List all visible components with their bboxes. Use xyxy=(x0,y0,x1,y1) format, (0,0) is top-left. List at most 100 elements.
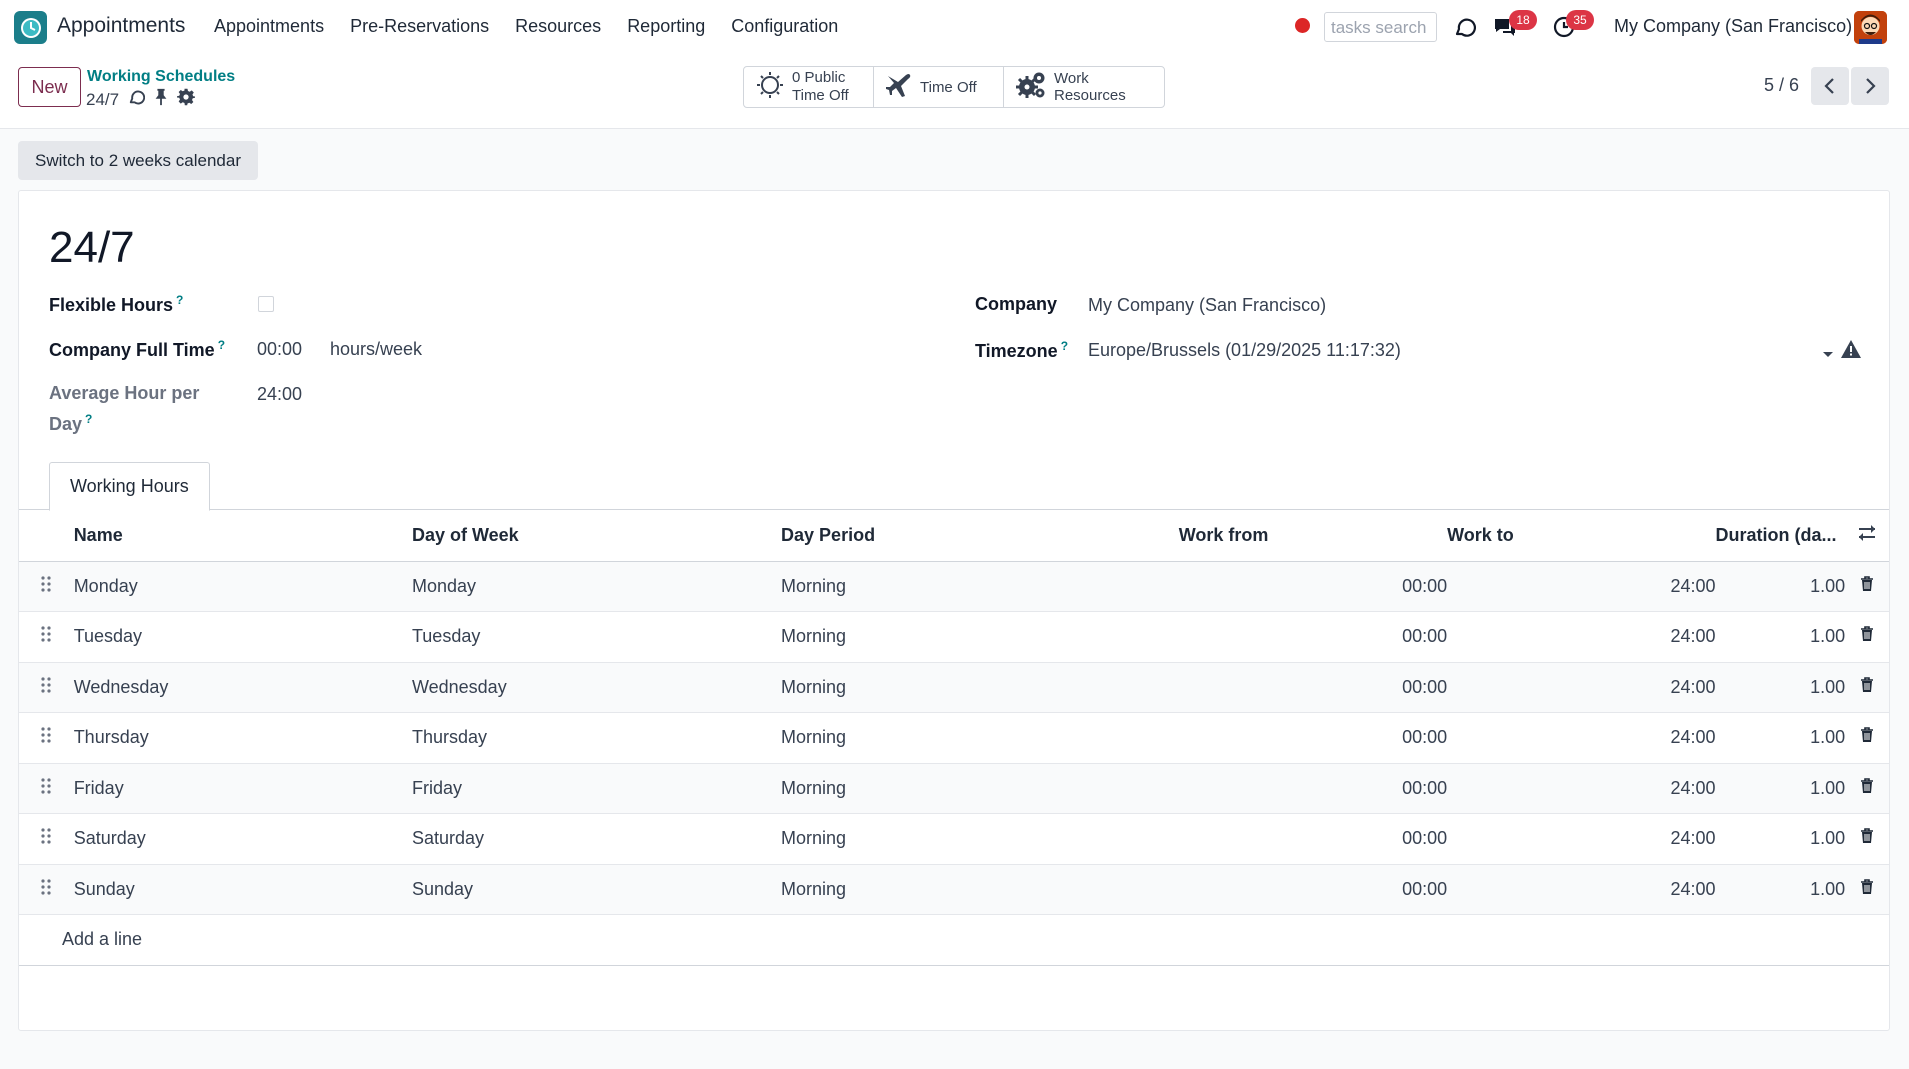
cell-duration[interactable]: 1.00 xyxy=(1715,813,1846,865)
cell-day-period[interactable]: Morning xyxy=(781,813,1179,865)
cell-day-period[interactable]: Morning xyxy=(781,712,1179,764)
flexible-hours-help-icon[interactable]: ? xyxy=(176,293,183,307)
cell-work-from[interactable]: 00:00 xyxy=(1178,662,1448,713)
company-full-time-help-icon[interactable]: ? xyxy=(218,338,225,352)
cell-work-from[interactable]: 00:00 xyxy=(1178,611,1448,663)
column-header-duration[interactable]: Duration (da... xyxy=(1715,511,1846,562)
cell-work-to[interactable]: 24:00 xyxy=(1447,864,1716,915)
cell-name[interactable]: Friday xyxy=(73,763,412,814)
trash-icon[interactable] xyxy=(1845,864,1889,915)
cell-name[interactable]: Saturday xyxy=(73,813,412,865)
cell-work-from[interactable]: 00:00 xyxy=(1178,561,1448,612)
table-row[interactable]: Monday Monday Morning 00:00 24:00 1.00 xyxy=(19,561,1889,612)
cell-duration[interactable]: 1.00 xyxy=(1715,763,1846,814)
cell-work-to[interactable]: 24:00 xyxy=(1447,561,1716,612)
cell-work-from[interactable]: 00:00 xyxy=(1178,763,1448,814)
flexible-hours-checkbox[interactable] xyxy=(258,296,274,312)
tasks-search-input[interactable]: tasks search xyxy=(1324,12,1437,42)
menu-reporting[interactable]: Reporting xyxy=(627,16,705,37)
menu-configuration[interactable]: Configuration xyxy=(731,16,838,37)
cell-work-to[interactable]: 24:00 xyxy=(1447,611,1716,663)
cell-day-of-week[interactable]: Monday xyxy=(411,561,782,612)
table-row[interactable]: Saturday Saturday Morning 00:00 24:00 1.… xyxy=(19,813,1889,865)
cell-work-from[interactable]: 00:00 xyxy=(1178,712,1448,764)
cell-day-of-week[interactable]: Tuesday xyxy=(411,611,782,663)
work-resources-button[interactable]: Work Resources xyxy=(1004,67,1164,107)
cell-duration[interactable]: 1.00 xyxy=(1715,662,1846,713)
drag-handle-icon[interactable] xyxy=(19,712,74,764)
cell-name[interactable]: Tuesday xyxy=(73,611,412,663)
new-button[interactable]: New xyxy=(18,67,81,107)
cell-work-to[interactable]: 24:00 xyxy=(1447,763,1716,814)
company-full-time-field[interactable]: 00:00 xyxy=(257,339,302,360)
pager-previous-button[interactable] xyxy=(1811,67,1849,105)
cell-day-period[interactable]: Morning xyxy=(781,611,1179,663)
cell-day-of-week[interactable]: Saturday xyxy=(411,813,782,865)
cell-day-of-week[interactable]: Sunday xyxy=(411,864,782,915)
column-header-day-period[interactable]: Day Period xyxy=(781,511,1179,562)
cell-name[interactable]: Sunday xyxy=(73,864,412,915)
table-row[interactable]: Friday Friday Morning 00:00 24:00 1.00 xyxy=(19,763,1889,814)
cell-name[interactable]: Monday xyxy=(73,561,412,612)
cell-name[interactable]: Thursday xyxy=(73,712,412,764)
table-row[interactable]: Wednesday Wednesday Morning 00:00 24:00 … xyxy=(19,662,1889,713)
record-title[interactable]: 24/7 xyxy=(49,223,135,273)
table-row[interactable]: Thursday Thursday Morning 00:00 24:00 1.… xyxy=(19,712,1889,764)
cell-day-of-week[interactable]: Wednesday xyxy=(411,662,782,713)
drag-handle-icon[interactable] xyxy=(19,864,74,915)
cell-duration[interactable]: 1.00 xyxy=(1715,712,1846,764)
column-settings-icon[interactable] xyxy=(1845,511,1889,562)
menu-resources[interactable]: Resources xyxy=(515,16,601,37)
cell-duration[interactable]: 1.00 xyxy=(1715,864,1846,915)
column-header-work-to[interactable]: Work to xyxy=(1447,511,1716,562)
company-switcher[interactable]: My Company (San Francisco) xyxy=(1614,16,1852,37)
cell-name[interactable]: Wednesday xyxy=(73,662,412,713)
app-name[interactable]: Appointments xyxy=(57,14,185,38)
column-header-work-from[interactable]: Work from xyxy=(1178,511,1448,562)
drag-handle-icon[interactable] xyxy=(19,662,74,713)
trash-icon[interactable] xyxy=(1845,763,1889,814)
pin-icon[interactable] xyxy=(153,88,169,111)
avatar[interactable] xyxy=(1854,11,1887,44)
cell-work-to[interactable]: 24:00 xyxy=(1447,712,1716,764)
cell-day-period[interactable]: Morning xyxy=(781,662,1179,713)
sync-icon[interactable] xyxy=(127,88,146,111)
cell-day-period[interactable]: Morning xyxy=(781,864,1179,915)
trash-icon[interactable] xyxy=(1845,813,1889,865)
menu-appointments[interactable]: Appointments xyxy=(214,16,324,37)
recording-indicator-icon[interactable] xyxy=(1295,18,1310,33)
cell-day-of-week[interactable]: Friday xyxy=(411,763,782,814)
cell-work-to[interactable]: 24:00 xyxy=(1447,813,1716,865)
cell-work-from[interactable]: 00:00 xyxy=(1178,864,1448,915)
trash-icon[interactable] xyxy=(1845,712,1889,764)
time-off-button[interactable]: Time Off xyxy=(874,67,1004,107)
menu-pre-reservations[interactable]: Pre-Reservations xyxy=(350,16,489,37)
appointments-app-icon[interactable] xyxy=(14,11,47,44)
switch-to-2-weeks-calendar-button[interactable]: Switch to 2 weeks calendar xyxy=(18,141,258,180)
cell-work-from[interactable]: 00:00 xyxy=(1178,813,1448,865)
cell-work-to[interactable]: 24:00 xyxy=(1447,662,1716,713)
pager-value[interactable]: 5 / 6 xyxy=(1764,75,1799,96)
column-header-name[interactable]: Name xyxy=(73,511,412,562)
average-hour-help-icon[interactable]: ? xyxy=(85,412,92,426)
warning-icon[interactable] xyxy=(1841,340,1861,363)
timezone-field[interactable]: Europe/Brussels (01/29/2025 11:17:32) xyxy=(1088,340,1401,361)
refresh-icon[interactable] xyxy=(1450,13,1478,41)
table-row[interactable]: Sunday Sunday Morning 00:00 24:00 1.00 xyxy=(19,864,1889,915)
drag-handle-icon[interactable] xyxy=(19,611,74,663)
cell-duration[interactable]: 1.00 xyxy=(1715,561,1846,612)
add-a-line-link[interactable]: Add a line xyxy=(19,914,1889,966)
pager-next-button[interactable] xyxy=(1851,67,1889,105)
table-row[interactable]: Tuesday Tuesday Morning 00:00 24:00 1.00 xyxy=(19,611,1889,663)
company-field[interactable]: My Company (San Francisco) xyxy=(1088,295,1326,316)
caret-down-icon[interactable] xyxy=(1822,346,1834,364)
drag-handle-icon[interactable] xyxy=(19,561,74,612)
tab-working-hours[interactable]: Working Hours xyxy=(49,462,210,511)
gear-icon[interactable] xyxy=(177,88,196,111)
trash-icon[interactable] xyxy=(1845,561,1889,612)
cell-day-of-week[interactable]: Thursday xyxy=(411,712,782,764)
drag-handle-icon[interactable] xyxy=(19,813,74,865)
timezone-help-icon[interactable]: ? xyxy=(1061,339,1068,353)
cell-duration[interactable]: 1.00 xyxy=(1715,611,1846,663)
cell-day-period[interactable]: Morning xyxy=(781,763,1179,814)
